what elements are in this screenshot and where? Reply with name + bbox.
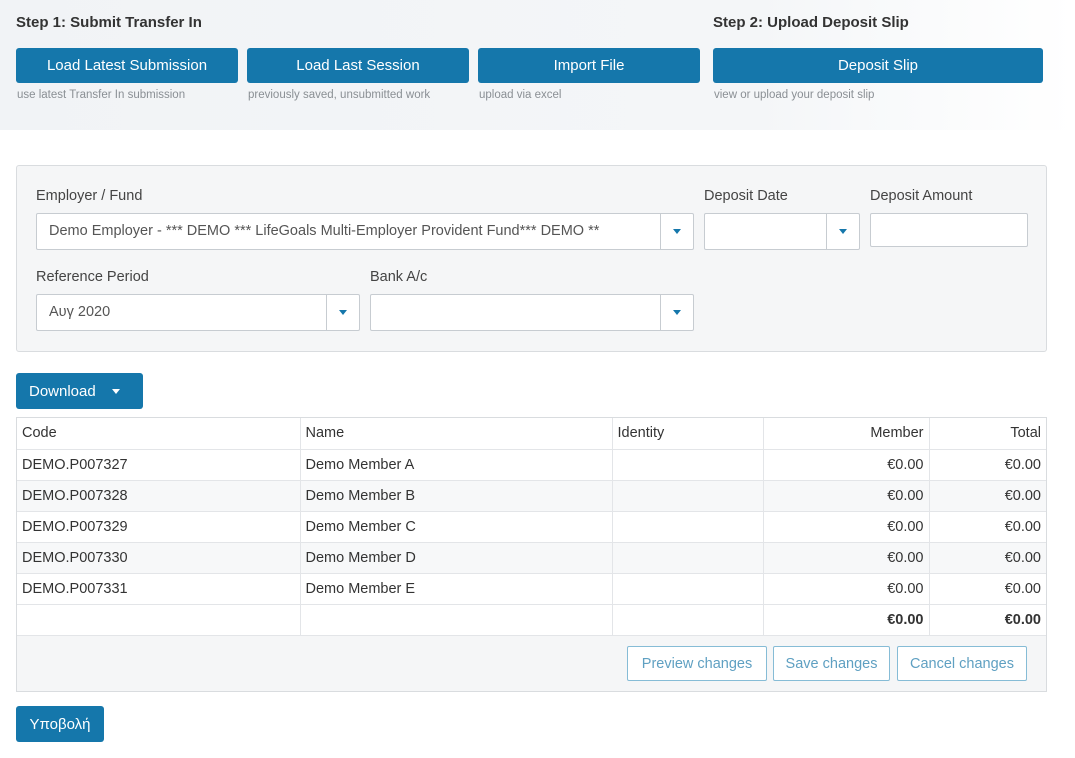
reference-period-select[interactable]: Αυγ 2020 <box>36 294 360 331</box>
preview-changes-button[interactable]: Preview changes <box>627 646 767 681</box>
step1-title: Step 1: Submit Transfer In <box>16 14 202 31</box>
column-header-name[interactable]: Name <box>300 418 613 450</box>
import-file-button[interactable]: Import File <box>478 48 700 83</box>
deposit-date-dropdown-toggle[interactable] <box>826 214 859 249</box>
deposit-amount-input[interactable] <box>870 213 1028 247</box>
grand-total-cell: €0.00 <box>929 604 1046 636</box>
name-cell: Demo Member D <box>300 542 613 574</box>
members-table: Code Name Identity Member Total DEMO.P00… <box>17 418 1046 636</box>
total-cell: €0.00 <box>929 449 1046 481</box>
identity-cell[interactable] <box>612 511 764 543</box>
deposit-slip-button[interactable]: Deposit Slip <box>713 48 1043 83</box>
name-cell: Demo Member E <box>300 573 613 605</box>
employer-fund-select[interactable]: Demo Employer - *** DEMO *** LifeGoals M… <box>36 213 694 250</box>
chevron-down-icon <box>673 310 681 315</box>
filter-panel: Employer / Fund Demo Employer - *** DEMO… <box>16 165 1047 352</box>
chevron-down-icon <box>839 229 847 234</box>
code-cell: DEMO.P007330 <box>17 542 301 574</box>
totals-empty-cell <box>17 604 301 636</box>
code-cell: DEMO.P007329 <box>17 511 301 543</box>
column-header-code[interactable]: Code <box>17 418 301 450</box>
total-cell: €0.00 <box>929 480 1046 512</box>
load-latest-submission-button[interactable]: Load Latest Submission <box>16 48 238 83</box>
column-header-total[interactable]: Total <box>929 418 1046 450</box>
total-cell: €0.00 <box>929 573 1046 605</box>
member-cell[interactable]: €0.00 <box>763 573 930 605</box>
reference-period-dropdown-toggle[interactable] <box>326 295 359 330</box>
step2-title: Step 2: Upload Deposit Slip <box>713 14 909 31</box>
column-header-member[interactable]: Member <box>763 418 930 450</box>
load-latest-submission-hint: use latest Transfer In submission <box>17 89 186 101</box>
table-row[interactable]: DEMO.P007331 Demo Member E €0.00 €0.00 <box>17 573 1046 605</box>
reference-period-label: Reference Period <box>36 269 149 285</box>
employer-fund-label: Employer / Fund <box>36 188 143 204</box>
code-cell: DEMO.P007331 <box>17 573 301 605</box>
total-cell: €0.00 <box>929 542 1046 574</box>
member-cell[interactable]: €0.00 <box>763 449 930 481</box>
table-row[interactable]: DEMO.P007329 Demo Member C €0.00 €0.00 <box>17 511 1046 543</box>
employer-fund-dropdown-toggle[interactable] <box>660 214 693 249</box>
total-cell: €0.00 <box>929 511 1046 543</box>
deposit-date-label: Deposit Date <box>704 188 788 204</box>
table-row[interactable]: DEMO.P007327 Demo Member A €0.00 €0.00 <box>17 449 1046 481</box>
totals-empty-cell <box>300 604 613 636</box>
import-file-hint: upload via excel <box>479 89 562 101</box>
load-last-session-hint: previously saved, unsubmitted work <box>248 89 431 101</box>
identity-cell[interactable] <box>612 480 764 512</box>
member-cell[interactable]: €0.00 <box>763 480 930 512</box>
totals-row: €0.00 €0.00 <box>17 604 1046 636</box>
employer-fund-value: Demo Employer - *** DEMO *** LifeGoals M… <box>49 223 600 239</box>
deposit-date-picker[interactable] <box>704 213 860 250</box>
code-cell: DEMO.P007327 <box>17 449 301 481</box>
chevron-down-icon[interactable] <box>112 388 120 394</box>
load-last-session-button[interactable]: Load Last Session <box>247 48 469 83</box>
bank-account-select[interactable] <box>370 294 694 331</box>
table-row[interactable]: DEMO.P007328 Demo Member B €0.00 €0.00 <box>17 480 1046 512</box>
identity-cell[interactable] <box>612 449 764 481</box>
identity-cell[interactable] <box>612 542 764 574</box>
bank-account-label: Bank A/c <box>370 269 428 285</box>
name-cell: Demo Member B <box>300 480 613 512</box>
download-button[interactable]: Download <box>16 373 143 409</box>
name-cell: Demo Member C <box>300 511 613 543</box>
name-cell: Demo Member A <box>300 449 613 481</box>
cancel-changes-button[interactable]: Cancel changes <box>897 646 1027 681</box>
identity-cell[interactable] <box>612 573 764 605</box>
member-cell[interactable]: €0.00 <box>763 542 930 574</box>
deposit-slip-hint: view or upload your deposit slip <box>714 89 875 101</box>
member-cell[interactable]: €0.00 <box>763 511 930 543</box>
reference-period-value: Αυγ 2020 <box>49 304 111 320</box>
members-grid: Code Name Identity Member Total DEMO.P00… <box>16 417 1047 692</box>
chevron-down-icon <box>339 310 347 315</box>
table-header-row: Code Name Identity Member Total <box>17 418 1046 450</box>
totals-empty-cell <box>612 604 764 636</box>
chevron-down-icon <box>673 229 681 234</box>
column-header-identity[interactable]: Identity <box>612 418 764 450</box>
bank-account-dropdown-toggle[interactable] <box>660 295 693 330</box>
member-total-cell: €0.00 <box>763 604 930 636</box>
save-changes-button[interactable]: Save changes <box>773 646 890 681</box>
code-cell: DEMO.P007328 <box>17 480 301 512</box>
download-label: Download <box>29 382 96 400</box>
table-row[interactable]: DEMO.P007330 Demo Member D €0.00 €0.00 <box>17 542 1046 574</box>
submit-button[interactable]: Υποβολή <box>16 706 104 742</box>
deposit-amount-label: Deposit Amount <box>870 188 973 204</box>
